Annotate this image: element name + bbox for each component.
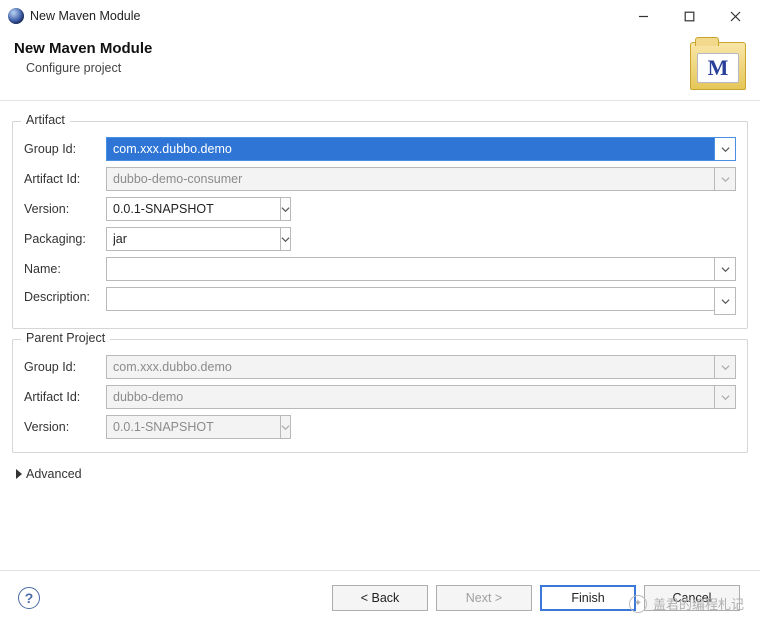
wizard-banner: New Maven Module Configure project M <box>0 32 760 100</box>
next-button: Next > <box>436 585 532 611</box>
chevron-down-icon[interactable] <box>714 287 736 315</box>
banner-subtitle: Configure project <box>26 61 690 75</box>
advanced-label: Advanced <box>26 467 82 481</box>
parent-version-label: Version: <box>21 412 103 442</box>
minimize-button[interactable] <box>620 1 666 31</box>
version-combo[interactable] <box>106 197 276 221</box>
parent-group-id-combo <box>106 355 736 379</box>
back-button[interactable]: < Back <box>332 585 428 611</box>
parent-project-group: Parent Project Group Id: Artifact Id: <box>12 339 748 453</box>
artifact-id-combo <box>106 167 736 191</box>
close-button[interactable] <box>712 1 758 31</box>
chevron-down-icon <box>280 415 291 439</box>
group-id-label: Group Id: <box>21 134 103 164</box>
wechat-icon: ✦ <box>629 595 647 613</box>
artifact-id-label: Artifact Id: <box>21 164 103 194</box>
name-combo[interactable] <box>106 257 736 281</box>
parent-version-combo <box>106 415 276 439</box>
chevron-down-icon[interactable] <box>714 257 736 281</box>
help-button[interactable]: ? <box>18 587 40 609</box>
description-combo[interactable] <box>106 287 736 315</box>
chevron-down-icon[interactable] <box>280 227 291 251</box>
parent-group-id-input <box>106 355 714 379</box>
finish-button[interactable]: Finish <box>540 585 636 611</box>
maximize-button[interactable] <box>666 1 712 31</box>
title-bar: New Maven Module <box>0 0 760 32</box>
packaging-label: Packaging: <box>21 224 103 254</box>
chevron-down-icon[interactable] <box>714 137 736 161</box>
packaging-combo[interactable] <box>106 227 276 251</box>
watermark-text: 盖君的编程札记 <box>653 594 744 613</box>
name-label: Name: <box>21 254 103 284</box>
description-label: Description: <box>21 284 103 318</box>
version-input[interactable] <box>106 197 280 221</box>
parent-artifact-id-input <box>106 385 714 409</box>
group-id-combo[interactable] <box>106 137 736 161</box>
parent-legend: Parent Project <box>21 331 110 345</box>
chevron-down-icon <box>714 355 736 379</box>
artifact-group: Artifact Group Id: Artifact Id: <box>12 121 748 329</box>
parent-group-id-label: Group Id: <box>21 352 103 382</box>
parent-version-input <box>106 415 280 439</box>
banner-separator <box>0 100 760 101</box>
chevron-down-icon <box>714 167 736 191</box>
chevron-down-icon <box>714 385 736 409</box>
advanced-toggle[interactable]: Advanced <box>10 459 750 489</box>
packaging-input[interactable] <box>106 227 280 251</box>
app-icon <box>8 8 24 24</box>
parent-artifact-id-label: Artifact Id: <box>21 382 103 412</box>
window-title: New Maven Module <box>30 9 140 23</box>
description-input[interactable] <box>106 287 714 311</box>
artifact-legend: Artifact <box>21 113 70 127</box>
triangle-right-icon <box>16 469 22 479</box>
group-id-input[interactable] <box>106 137 714 161</box>
maven-folder-icon: M <box>690 42 746 90</box>
version-label: Version: <box>21 194 103 224</box>
chevron-down-icon[interactable] <box>280 197 291 221</box>
name-input[interactable] <box>106 257 714 281</box>
artifact-id-input <box>106 167 714 191</box>
watermark: ✦ 盖君的编程札记 <box>629 594 744 613</box>
parent-artifact-id-combo <box>106 385 736 409</box>
banner-title: New Maven Module <box>14 40 690 57</box>
